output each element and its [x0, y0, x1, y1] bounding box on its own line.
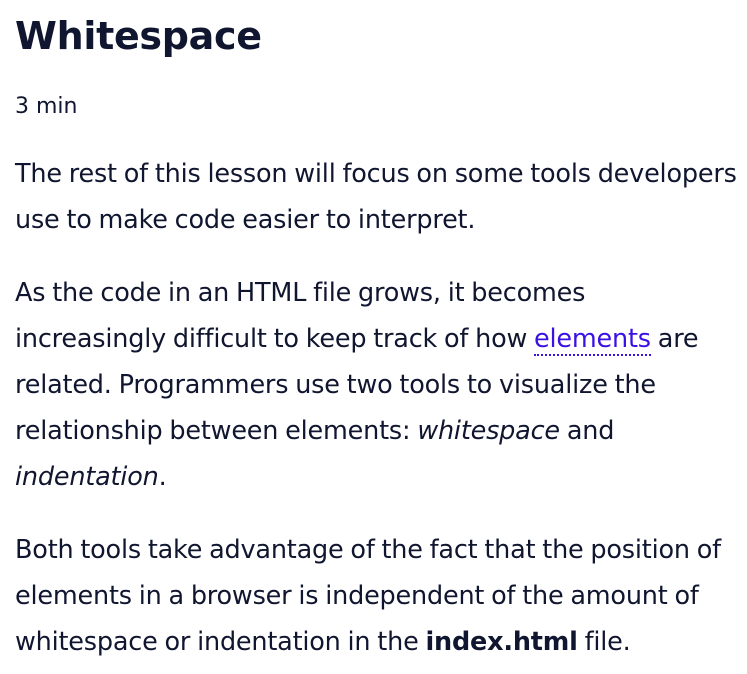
lesson-title: Whitespace [15, 14, 262, 58]
position-paragraph: Both tools take advantage of the fact th… [15, 527, 740, 665]
lesson-content: Whitespace 3 min The rest of this lesson… [0, 0, 740, 665]
paragraph-text: As the code in an HTML file grows, it be… [15, 278, 586, 354]
elements-glossary-link[interactable]: elements [534, 324, 651, 356]
paragraph-text: file. [577, 627, 631, 657]
paragraph-text: . [158, 462, 167, 492]
paragraph-text: and [559, 416, 615, 446]
indentation-term: indentation [15, 462, 159, 492]
intro-paragraph: The rest of this lesson will focus on so… [15, 159, 737, 235]
filename-text: index.html [425, 627, 578, 657]
elements-paragraph: As the code in an HTML file grows, it be… [15, 270, 740, 500]
whitespace-term: whitespace [417, 416, 560, 446]
reading-time: 3 min [15, 94, 78, 119]
